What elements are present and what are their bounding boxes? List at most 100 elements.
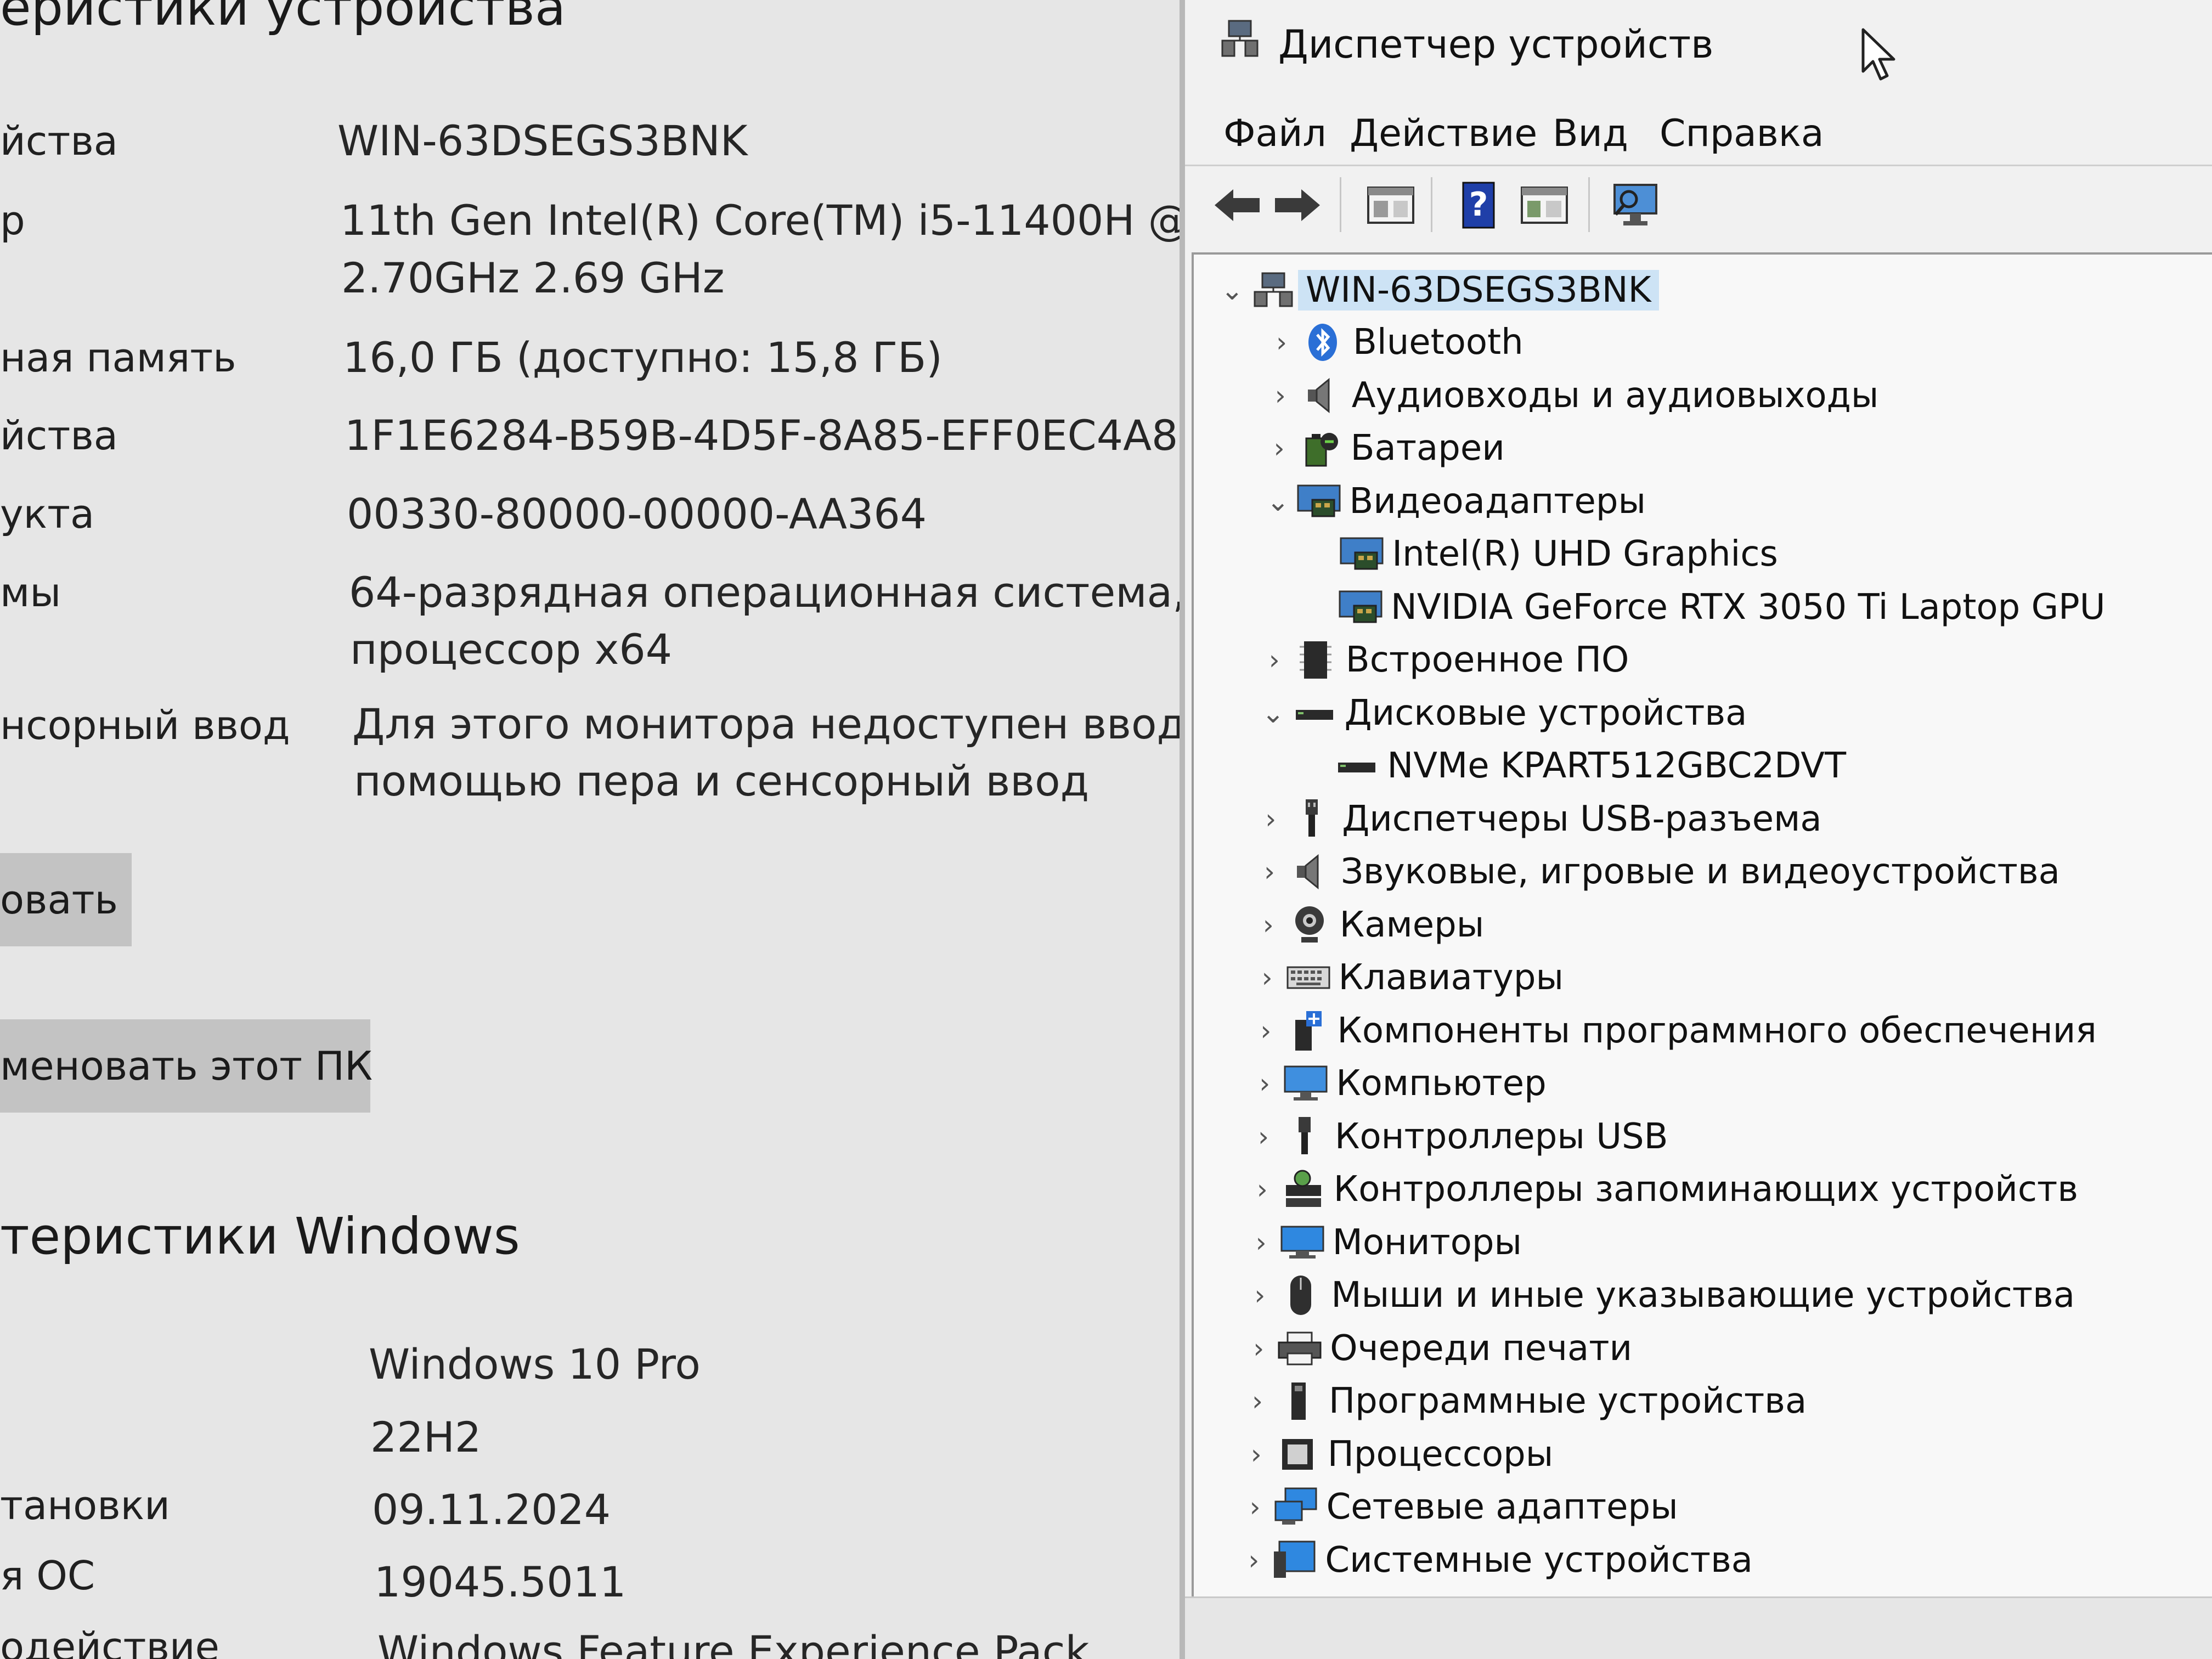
chevron-right-icon[interactable]: ›	[1254, 803, 1287, 835]
menu-action[interactable]: Действие	[1350, 112, 1537, 155]
tree-root-computer[interactable]: ⌄ WIN-63DSEGS3BNK	[1216, 266, 1659, 315]
chevron-right-icon[interactable]: ›	[1237, 1544, 1270, 1576]
tree-node-label: Видеоадаптеры	[1349, 481, 1646, 522]
tree-node-label: Bluetooth	[1353, 322, 1523, 363]
tree-node-label: Компоненты программного обеспечения	[1337, 1010, 2097, 1051]
help-icon[interactable]: ?	[1448, 175, 1509, 235]
chevron-right-icon[interactable]: ›	[1239, 1491, 1272, 1523]
tree-category-network-adapter[interactable]: › Сетевые адаптеры	[1239, 1482, 1678, 1532]
tree-category-processor[interactable]: › Процессоры	[1240, 1430, 1554, 1479]
display-adapter-icon	[1336, 585, 1385, 629]
tree-category-firmware[interactable]: › Встроенное ПО	[1258, 635, 1629, 685]
tree-category-bluetooth[interactable]: › Bluetooth	[1265, 318, 1523, 367]
chevron-right-icon[interactable]: ›	[1247, 1121, 1280, 1153]
chevron-right-icon[interactable]: ›	[1246, 1173, 1279, 1205]
tree-category-usb[interactable]: › Контроллеры USB	[1247, 1112, 1668, 1161]
printer-icon	[1275, 1327, 1324, 1370]
properties-icon[interactable]	[1361, 175, 1421, 235]
spec-label: йства	[0, 118, 118, 164]
chevron-down-icon[interactable]: ⌄	[1216, 274, 1249, 306]
menu-view[interactable]: Вид	[1553, 112, 1628, 155]
tree-node-label: Контроллеры USB	[1335, 1116, 1668, 1157]
tree-device-disk[interactable]: NVMe KPART512GBC2DVT	[1299, 741, 1846, 791]
chevron-right-icon[interactable]: ›	[1265, 326, 1298, 358]
tree-node-label: Мониторы	[1332, 1222, 1522, 1263]
tree-category-camera[interactable]: › Камеры	[1252, 900, 1484, 950]
tree-node-label: Программные устройства	[1329, 1381, 1807, 1421]
chevron-right-icon[interactable]: ›	[1241, 1385, 1274, 1417]
tree-device-display-adapter[interactable]: Intel(R) UHD Graphics	[1304, 529, 1778, 579]
computer-icon	[1281, 1062, 1330, 1105]
tree-category-usb-connector[interactable]: › Диспетчеры USB-разъема	[1254, 794, 1821, 844]
menu-file[interactable]: Файл	[1223, 112, 1327, 155]
chevron-right-icon[interactable]: ›	[1242, 1333, 1275, 1364]
toolbar: ?	[1185, 165, 2212, 249]
tree-node-label: Intel(R) UHD Graphics	[1392, 534, 1778, 574]
chevron-right-icon[interactable]: ›	[1263, 432, 1296, 464]
spec-label: укта	[0, 491, 95, 537]
tree-category-printer[interactable]: › Очереди печати	[1242, 1324, 1632, 1373]
spec-value-system-type-cont: процессор x64	[350, 625, 673, 674]
win-value-version: 22H2	[370, 1413, 482, 1462]
tree-category-software-device[interactable]: › Программные устройства	[1241, 1376, 1807, 1426]
win-value-edition: Windows 10 Pro	[369, 1340, 701, 1389]
keyboard-icon	[1284, 956, 1333, 1000]
spec-value-product-id: 00330-80000-00000-AA364	[347, 489, 927, 538]
tree-node-label: Диспетчеры USB-разъема	[1342, 798, 1822, 839]
tree-node-label: Клавиатуры	[1338, 957, 1564, 998]
toolbar-separator	[1588, 177, 1590, 232]
device-tree: ⌄ WIN-63DSEGS3BNK › Bluetooth › Аудиовходы …	[1192, 252, 2212, 1599]
back-icon[interactable]	[1207, 175, 1267, 235]
menu-help[interactable]: Справка	[1660, 112, 1824, 155]
win-label-os-build: я ОС	[0, 1553, 95, 1599]
chevron-right-icon[interactable]: ›	[1264, 380, 1297, 411]
chevron-right-icon[interactable]: ›	[1245, 1227, 1278, 1259]
chevron-right-icon[interactable]: ›	[1249, 1015, 1282, 1047]
mouse-icon	[1276, 1273, 1325, 1317]
chevron-right-icon[interactable]: ›	[1258, 644, 1291, 676]
chevron-right-icon[interactable]: ›	[1240, 1438, 1273, 1470]
toolbar-separator	[1340, 177, 1341, 232]
software-device-icon	[1274, 1379, 1323, 1423]
tree-node-label: Аудиовходы и аудиовыходы	[1351, 375, 1879, 416]
tree-category-storage-controller[interactable]: › Контроллеры запоминающих устройств	[1246, 1165, 2078, 1214]
tree-category-computer[interactable]: › Компьютер	[1248, 1059, 1547, 1108]
usb-icon	[1280, 1115, 1329, 1159]
scan-hardware-icon[interactable]	[1607, 175, 1668, 235]
chevron-right-icon[interactable]: ›	[1251, 962, 1284, 994]
forward-icon[interactable]	[1267, 175, 1328, 235]
spec-label: р	[0, 198, 25, 244]
update-driver-icon[interactable]	[1514, 175, 1575, 235]
tree-node-label: Дисковые устройства	[1344, 692, 1747, 733]
spec-value-pen-touch-cont: помощью пера и сенсорный ввод	[354, 757, 1090, 805]
chevron-right-icon[interactable]: ›	[1252, 909, 1285, 941]
tree-category-software-component[interactable]: › Компоненты программного обеспечения	[1249, 1006, 2096, 1056]
menu-bar: Файл Действие Вид Справка	[1185, 104, 2212, 165]
chevron-right-icon[interactable]: ›	[1243, 1279, 1276, 1311]
tree-category-speaker[interactable]: › Звуковые, игровые и видеоустройства	[1253, 847, 2060, 896]
chevron-down-icon[interactable]: ⌄	[1261, 486, 1294, 517]
chevron-down-icon[interactable]: ⌄	[1257, 697, 1290, 729]
display-adapter-icon	[1337, 532, 1386, 576]
tree-category-disk[interactable]: ⌄ Дисковые устройства	[1257, 689, 1747, 738]
copy-button[interactable]: овать	[0, 853, 132, 946]
tree-category-display-adapter[interactable]: ⌄ Видеоадаптеры	[1261, 477, 1646, 526]
tree-category-mouse[interactable]: › Мыши и иные указывающие устройства	[1243, 1271, 2075, 1320]
tree-category-system-device[interactable]: › Системные устройства	[1237, 1536, 1753, 1585]
bluetooth-icon	[1298, 320, 1347, 364]
tree-category-keyboard[interactable]: › Клавиатуры	[1251, 953, 1564, 1002]
tree-category-monitor[interactable]: › Мониторы	[1245, 1218, 1522, 1267]
windows-specs-heading: теристики Windows	[0, 1207, 520, 1266]
system-device-icon	[1270, 1538, 1319, 1582]
title-bar[interactable]: Диспетчер устройств	[1185, 0, 2212, 99]
tree-category-battery[interactable]: › Батареи	[1263, 424, 1505, 473]
rename-pc-button[interactable]: меновать этот ПК	[0, 1019, 373, 1113]
chevron-right-icon[interactable]: ›	[1253, 856, 1286, 888]
storage-controller-icon	[1279, 1167, 1328, 1211]
chevron-right-icon[interactable]: ›	[1248, 1068, 1281, 1099]
tree-category-speaker[interactable]: › Аудиовходы и аудиовыходы	[1264, 371, 1879, 420]
tree-node-label: Очереди печати	[1330, 1328, 1633, 1369]
spec-value-device-id: 1F1E6284-B59B-4D5F-8A85-EFF0EC4A8DB3	[345, 411, 1185, 460]
tree-device-display-adapter[interactable]: NVIDIA GeForce RTX 3050 Ti Laptop GPU	[1303, 583, 2106, 632]
mouse-pointer-icon	[1860, 27, 1898, 82]
